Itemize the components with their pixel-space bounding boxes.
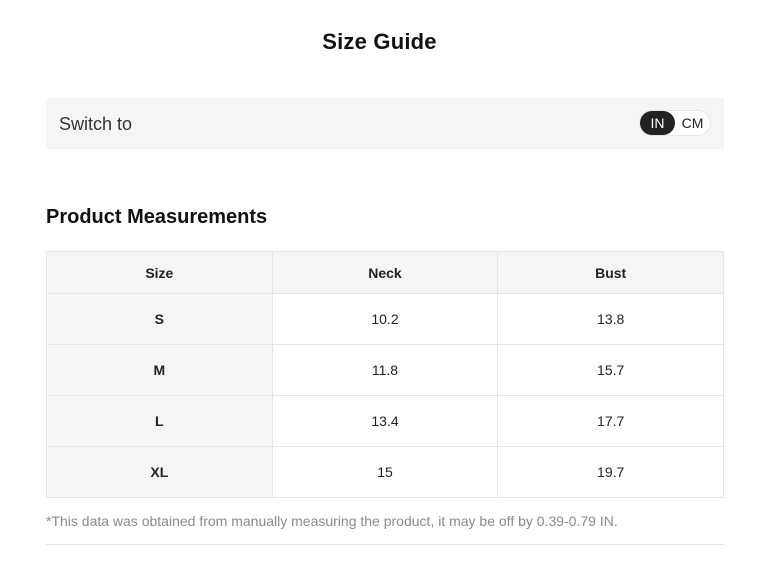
neck-cell: 15	[271, 446, 499, 498]
bust-cell: 19.7	[497, 446, 724, 498]
neck-cell: 10.2	[271, 293, 499, 345]
unit-switch-bar: Switch to IN CM	[46, 98, 724, 149]
bust-cell: 15.7	[497, 344, 724, 396]
measurements-table: Size Neck Bust S 10.2 13.8 M 11.8 15.7 L…	[46, 251, 724, 498]
bust-cell: 17.7	[497, 395, 724, 447]
size-cell: S	[46, 293, 273, 345]
bust-cell: 13.8	[497, 293, 724, 345]
column-header-bust: Bust	[497, 251, 724, 294]
size-cell: L	[46, 395, 273, 447]
switch-to-label: Switch to	[59, 114, 133, 134]
table-row: M 11.8 15.7	[46, 344, 724, 396]
page-title: Size Guide	[322, 29, 437, 54]
table-row: L 13.4 17.7	[46, 395, 724, 447]
neck-cell: 11.8	[271, 344, 499, 396]
table-row: XL 15 19.7	[46, 446, 724, 498]
product-measurements-heading: Product Measurements	[46, 206, 268, 228]
table-header-row: Size Neck Bust	[46, 251, 724, 294]
measurement-footnote: *This data was obtained from manually me…	[46, 513, 618, 529]
table-row: S 10.2 13.8	[46, 293, 724, 345]
unit-toggle[interactable]: IN CM	[639, 110, 711, 136]
size-cell: M	[46, 344, 273, 396]
divider	[46, 544, 724, 545]
size-cell: XL	[46, 446, 273, 498]
column-header-size: Size	[46, 251, 273, 294]
unit-option-cm[interactable]: CM	[675, 111, 710, 135]
neck-cell: 13.4	[271, 395, 499, 447]
column-header-neck: Neck	[271, 251, 499, 294]
unit-option-in[interactable]: IN	[640, 111, 675, 135]
